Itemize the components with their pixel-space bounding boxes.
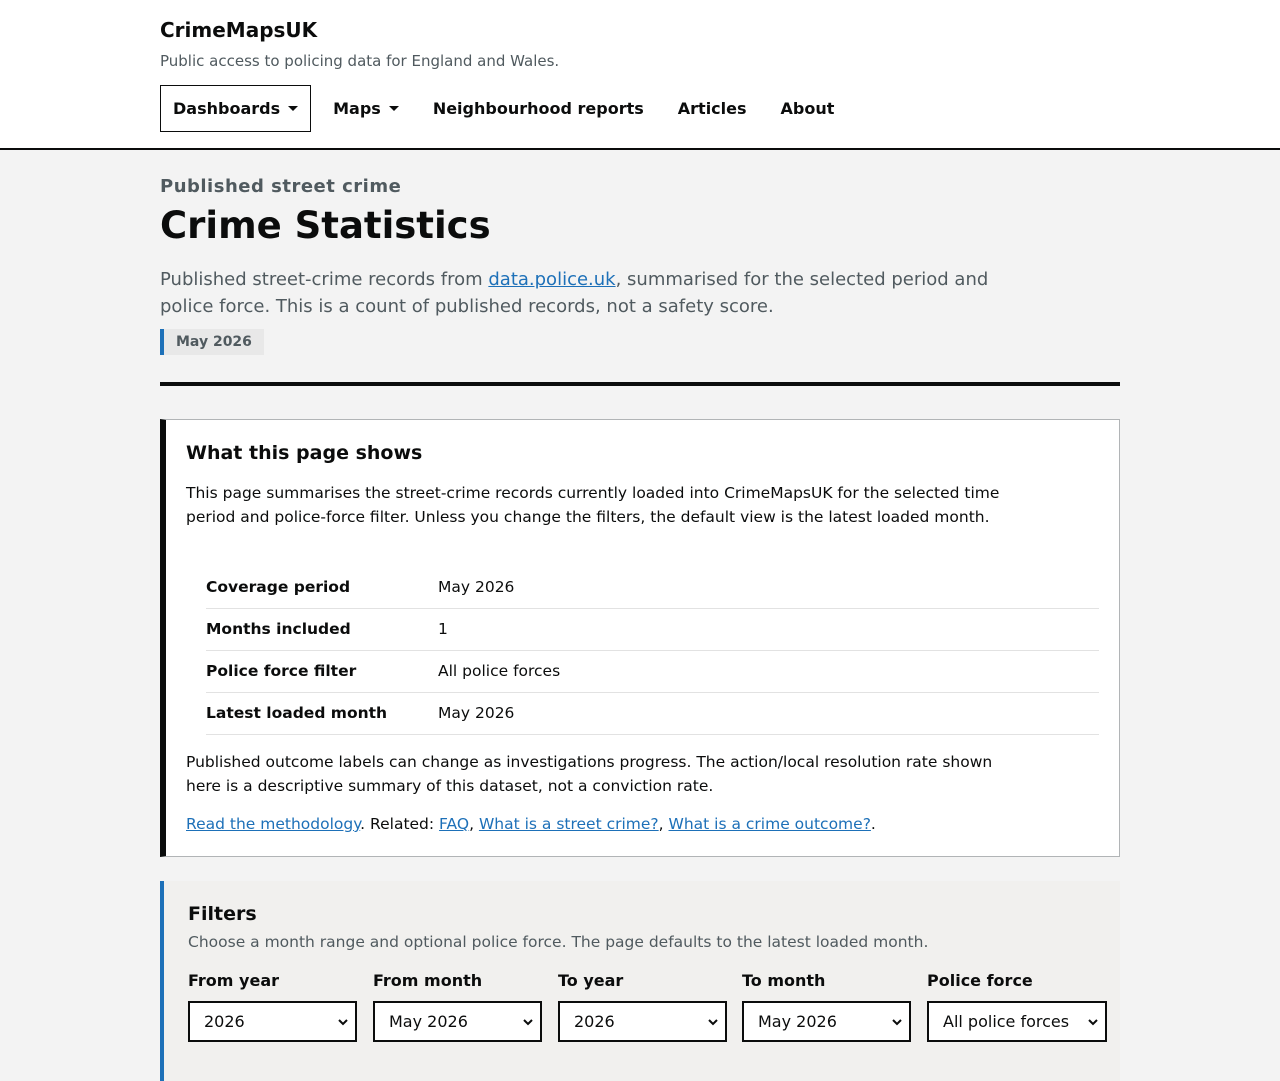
crime-outcome-link[interactable]: What is a crime outcome? [669,815,871,833]
faq-link[interactable]: FAQ [439,815,469,833]
police-force-value: All police forces [943,1012,1070,1031]
to-month-label: To month [742,971,826,990]
from-month-select[interactable]: May 2026 [373,1001,542,1042]
related-label: . Related: [360,815,440,833]
section-divider [160,382,1120,386]
police-force-label: Police force [927,971,1033,990]
summary-value: May 2026 [438,692,1099,735]
data-police-link[interactable]: data.police.uk [488,269,615,290]
from-year-field: From year 2026 [188,971,357,1042]
page-eyebrow: Published street crime [160,176,402,197]
methodology-link[interactable]: Read the methodology [186,815,360,833]
summary-row: Months included 1 [206,608,1099,651]
chevron-down-icon [708,1018,718,1025]
chevron-down-icon [1088,1018,1098,1025]
filters-heading: Filters [188,903,257,925]
to-month-select[interactable]: May 2026 [742,1001,911,1042]
link-separator: , [469,815,479,833]
summary-value: May 2026 [438,566,1099,609]
info-intro: This page summarises the street-crime re… [186,484,1000,526]
outcome-note: Published outcome labels can change as i… [186,753,993,795]
from-year-select[interactable]: 2026 [188,1001,357,1042]
nav-articles[interactable]: Articles [666,85,759,132]
summary-row: Coverage period May 2026 [206,566,1099,609]
main-nav: Dashboards Maps Neighbourhood reports Ar… [160,85,856,132]
nav-dashboards-label: Dashboards [173,99,281,118]
nav-about[interactable]: About [769,85,847,132]
from-year-value: 2026 [204,1012,245,1031]
police-force-field: Police force All police forces [927,971,1107,1042]
filters-hint: Choose a month range and optional police… [188,933,929,951]
nav-neighbourhood-reports[interactable]: Neighbourhood reports [421,85,656,132]
chevron-down-icon [338,1018,348,1025]
summary-row: Police force filter All police forces [206,650,1099,693]
sentence-end: . [870,815,876,833]
period-tag: May 2026 [160,329,264,355]
site-tagline: Public access to policing data for Engla… [160,52,560,70]
summary-value: All police forces [438,650,1099,693]
to-year-field: To year 2026 [558,971,727,1042]
from-month-field: From month May 2026 [373,971,542,1042]
nav-dashboards[interactable]: Dashboards [160,85,312,132]
caret-down-icon [288,106,299,111]
street-crime-link[interactable]: What is a street crime? [479,815,659,833]
summary-value: 1 [438,608,1099,651]
chevron-down-icon [892,1018,902,1025]
from-month-label: From month [373,971,483,990]
summary-table: Coverage period May 2026 Months included… [206,566,1099,735]
from-year-label: From year [188,971,279,990]
page-title: Crime Statistics [160,204,491,247]
nav-maps[interactable]: Maps [321,85,411,132]
to-year-value: 2026 [574,1012,615,1031]
link-separator: , [658,815,669,833]
to-month-field: To month May 2026 [742,971,911,1042]
related-links: Read the methodology. Related: FAQ, What… [186,812,1006,836]
lede-text-start: Published street-crime records from [160,269,489,290]
nav-maps-label: Maps [333,99,381,118]
to-month-value: May 2026 [758,1012,837,1031]
site-brand[interactable]: CrimeMapsUK [160,18,317,42]
summary-row: Latest loaded month May 2026 [206,692,1099,735]
summary-key: Latest loaded month [206,692,438,735]
page-info-panel: What this page shows This page summarise… [160,419,1120,857]
from-month-value: May 2026 [389,1012,468,1031]
summary-key: Coverage period [206,566,438,609]
filters-panel: Filters Choose a month range and optiona… [160,881,1120,1081]
caret-down-icon [388,106,399,111]
to-year-select[interactable]: 2026 [558,1001,727,1042]
summary-key: Months included [206,608,438,651]
info-heading: What this page shows [186,442,423,464]
page-lede: Published street-crime records from data… [160,266,1000,320]
police-force-select[interactable]: All police forces [927,1001,1107,1042]
chevron-down-icon [523,1018,533,1025]
site-header: CrimeMapsUK Public access to policing da… [0,0,1280,150]
summary-key: Police force filter [206,650,438,693]
to-year-label: To year [558,971,624,990]
